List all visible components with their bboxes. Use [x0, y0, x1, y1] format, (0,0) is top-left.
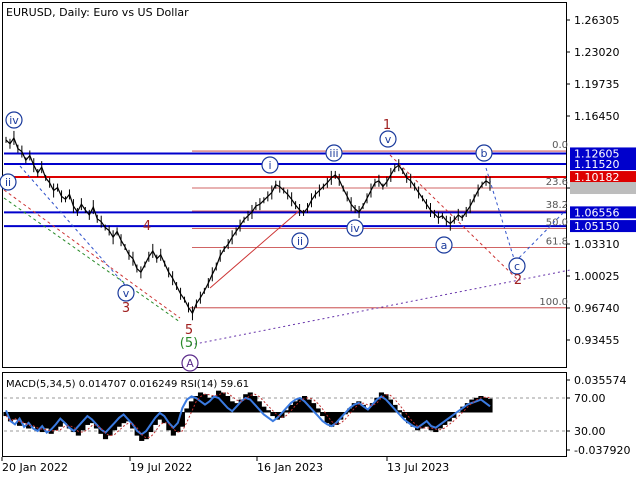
- macd-bar: [478, 396, 484, 413]
- wave-label-blue: iii: [329, 147, 338, 160]
- level-price-label: 1.05150: [574, 220, 620, 233]
- osc-tick-label: -0.037920: [574, 444, 630, 457]
- macd-bar: [184, 408, 190, 413]
- wave-label-blue: ii: [5, 176, 11, 189]
- wave-label-blue: a: [441, 239, 448, 252]
- wave-label-blue: ii: [297, 235, 303, 248]
- price-tick-label: 1.19735: [574, 78, 620, 91]
- eurusd-chart[interactable]: EURUSD, Daily: Euro vs US Dollar 1.26305…: [0, 0, 640, 480]
- macd-bar: [107, 412, 113, 436]
- wave-label-red: 3: [122, 301, 130, 316]
- wave-label-blue: v: [385, 133, 392, 146]
- wave-label-blue: iv: [9, 114, 19, 127]
- wave-label-blue: v: [123, 287, 130, 300]
- wave-label-green: (5): [180, 336, 198, 351]
- chart-background: [0, 0, 640, 480]
- date-tick-label: 19 Jul 2022: [130, 461, 192, 474]
- macd-bar: [265, 410, 271, 413]
- chart-title: EURUSD, Daily: Euro vs US Dollar: [6, 6, 189, 19]
- macd-bar: [143, 412, 149, 440]
- price-tick-label: 0.96740: [574, 302, 620, 315]
- price-tick-label: 1.00025: [574, 270, 620, 283]
- macd-bar: [170, 412, 176, 436]
- date-tick-label: 13 Jul 2023: [387, 461, 449, 474]
- level-price-label: 1.11520: [574, 158, 620, 171]
- price-tick-label: 0.93455: [574, 334, 620, 347]
- date-tick-label: 16 Jan 2023: [257, 461, 323, 474]
- wave-label-purple: A: [186, 357, 194, 370]
- price-tick-label: 1.03310: [574, 238, 620, 251]
- current-price-box: [570, 182, 636, 195]
- macd-bar: [315, 408, 321, 413]
- fib-label: 38.2: [546, 200, 568, 211]
- level-price-label: 1.06556: [574, 206, 620, 219]
- macd-bar: [102, 412, 109, 440]
- osc-tick-label: 70.00: [574, 392, 606, 405]
- date-tick-label: 20 Jan 2022: [2, 461, 68, 474]
- fib-label: 23.6: [546, 177, 568, 188]
- price-tick-label: 1.26305: [574, 14, 620, 27]
- wave-label-blue: iv: [350, 222, 360, 235]
- price-tick-label: 1.23020: [574, 46, 620, 59]
- macd-bar: [324, 412, 330, 424]
- wave-label-red: 1: [383, 118, 391, 133]
- fib-label: 0.0: [552, 140, 568, 151]
- indicator-label: MACD(5,34,5) 0.014707 0.016249 RSI(14) 5…: [6, 379, 249, 390]
- osc-tick-label: 0.035574: [574, 374, 627, 387]
- wave-label-blue: b: [481, 147, 488, 160]
- wave-label-red: 4: [143, 219, 151, 234]
- macd-bar: [30, 412, 36, 427]
- macd-bar: [320, 412, 326, 417]
- wave-label-blue: i: [268, 159, 271, 172]
- fib-label: 100.0: [539, 297, 568, 308]
- price-tick-label: 1.16450: [574, 110, 620, 123]
- wave-label-blue: c: [514, 260, 520, 273]
- fib-label: 61.8: [546, 236, 568, 247]
- macd-bar: [270, 412, 276, 417]
- macd-bar: [44, 412, 50, 429]
- macd-bar: [139, 412, 145, 441]
- wave-label-red: 2: [514, 273, 522, 288]
- macd-bar: [383, 394, 389, 413]
- macd-bar: [188, 401, 195, 413]
- osc-tick-label: 30.00: [574, 425, 606, 438]
